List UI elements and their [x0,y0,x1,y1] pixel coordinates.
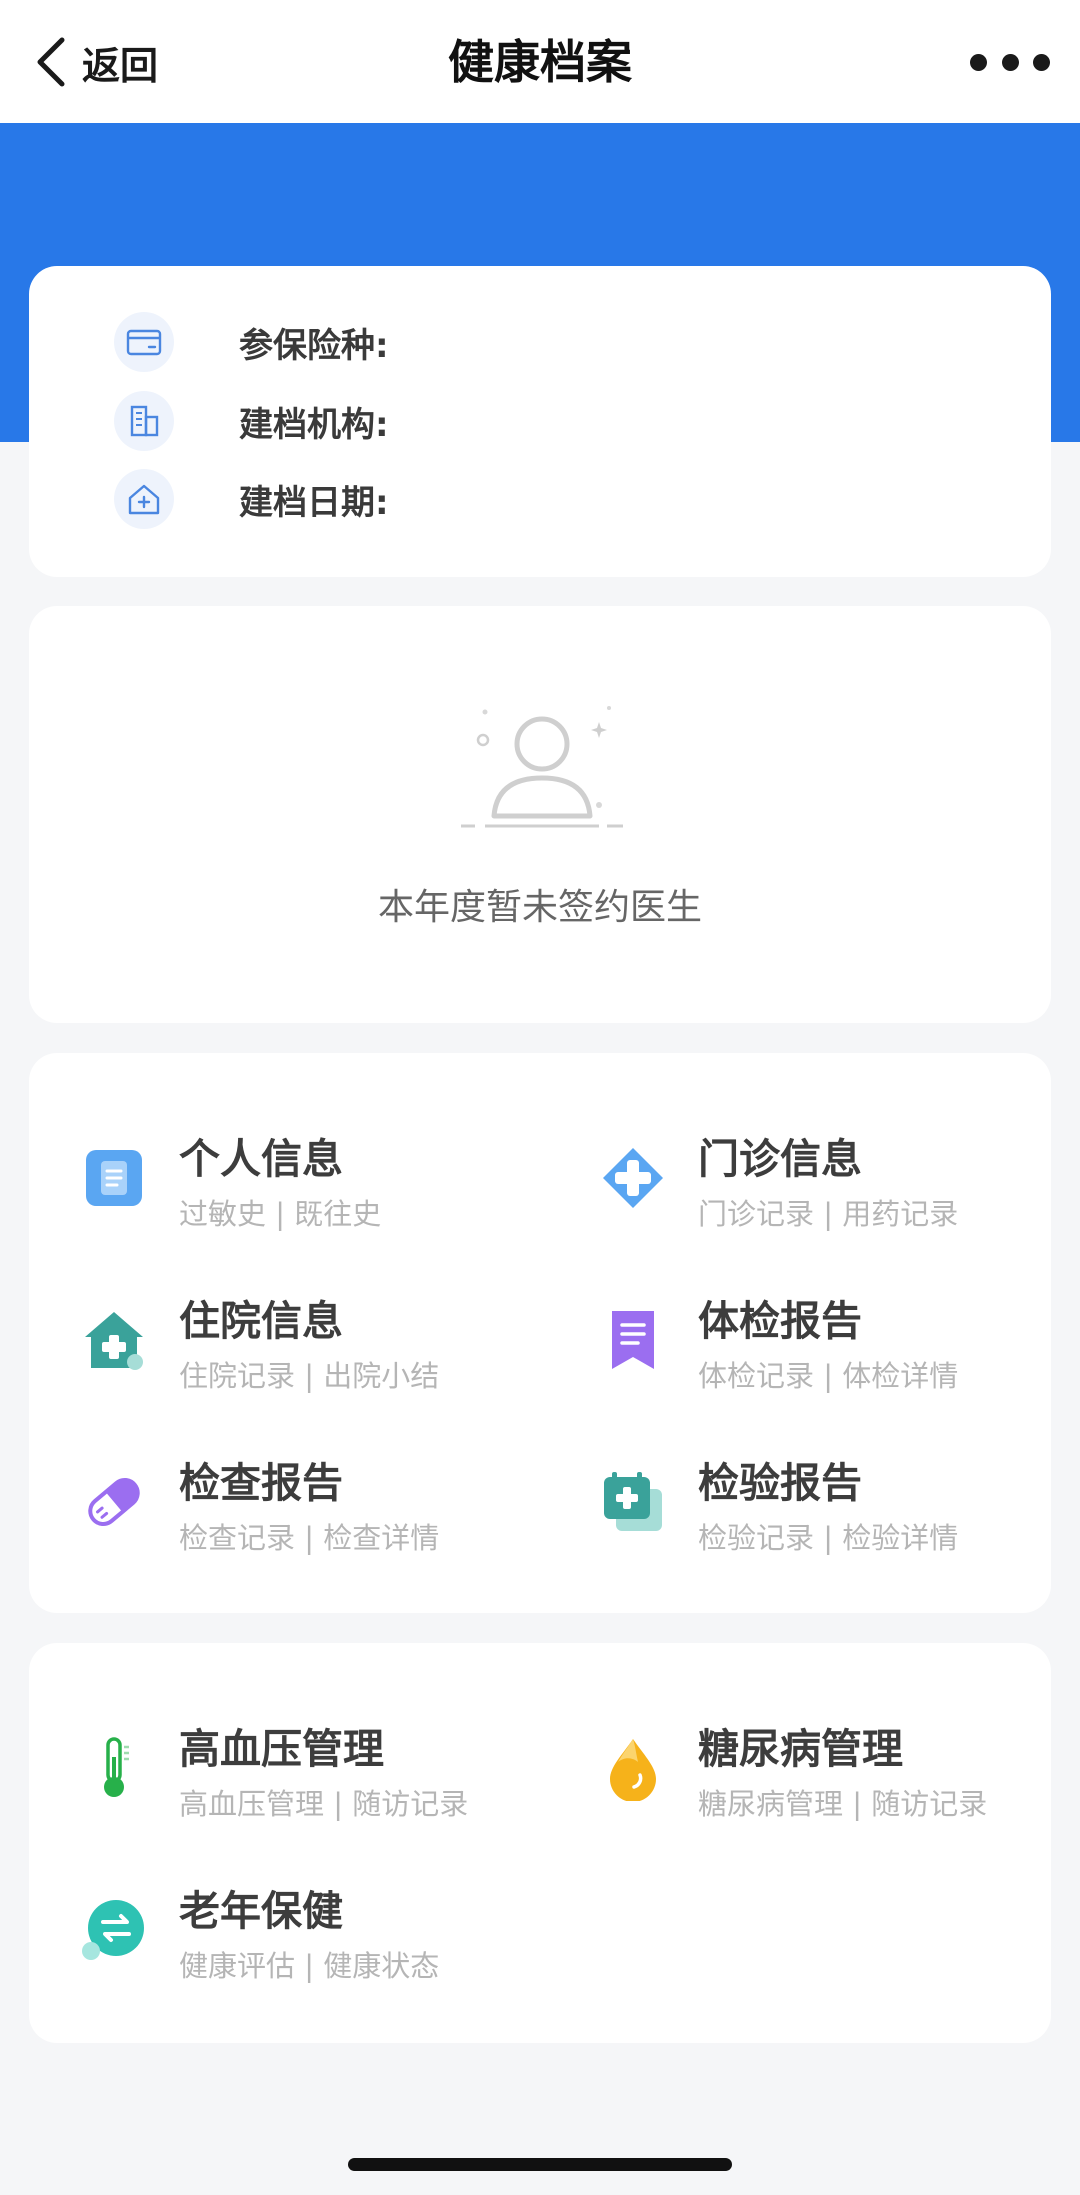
signed-doctor-card: 本年度暂未签约医生 [29,606,1051,1023]
hospital-house-icon [85,1312,143,1370]
entry-subtitle: 过敏史 | 既往史 [179,1197,382,1231]
entry-title: 高血压管理 [179,1725,384,1773]
bookmark-report-icon [612,1311,654,1369]
entry-title: 个人信息 [179,1135,343,1183]
institution-row: 建档机构: [114,391,389,451]
document-icon [86,1150,142,1206]
entry-subtitle: 检验记录 | 检验详情 [698,1521,959,1555]
entry-title: 老年保健 [179,1887,343,1935]
date-row: 建档日期: [114,469,389,529]
entry-title: 住院信息 [179,1297,343,1345]
entry-title: 糖尿病管理 [698,1725,903,1773]
navigation-bar: 返回 健康档案 [0,0,1080,123]
lab-report-entry[interactable]: 检验报告 检验记录 | 检验详情 [548,1441,1008,1571]
more-dot [1001,53,1019,71]
exchange-icon [82,1900,144,1960]
capsule-icon [88,1478,140,1526]
date-label: 建档日期: [239,482,389,523]
entry-subtitle: 糖尿病管理 | 随访记录 [698,1787,988,1821]
more-menu-button[interactable] [970,42,1050,82]
entry-title: 检查报告 [179,1459,343,1507]
empty-person-icon [461,706,623,828]
chronic-management-card: 高血压管理 高血压管理 | 随访记录 糖尿病管理 糖尿病管理 | 随访记录 老年… [29,1643,1051,2043]
no-doctor-text: 本年度暂未签约医生 [377,887,702,928]
back-label: 返回 [82,43,159,88]
outpatient-info-entry[interactable]: 门诊信息 门诊记录 | 用药记录 [548,1117,1008,1247]
institution-label: 建档机构: [239,404,389,445]
insurance-label: 参保险种: [239,325,389,366]
home-plus-icon [114,469,174,529]
entry-title: 门诊信息 [698,1135,862,1183]
personal-info-entry[interactable]: 个人信息 过敏史 | 既往史 [29,1117,489,1247]
drop-icon [610,1739,656,1801]
diabetes-entry[interactable]: 糖尿病管理 糖尿病管理 | 随访记录 [548,1707,1008,1837]
entry-title: 体检报告 [698,1297,862,1345]
examination-report-entry[interactable]: 检查报告 检查记录 | 检查详情 [29,1441,489,1571]
entry-subtitle: 健康评估 | 健康状态 [179,1949,440,1983]
archive-info-card: 参保险种: 建档机构: 建档日期: [29,266,1051,577]
back-button[interactable]: 返回 [34,32,158,92]
health-records-card: 个人信息 过敏史 | 既往史 门诊信息 门诊记录 | 用药记录 住院信息 住院记… [29,1053,1051,1613]
chevron-left-icon [37,37,65,87]
card-icon [114,312,174,372]
insurance-row: 参保险种: [114,312,389,372]
inpatient-info-entry[interactable]: 住院信息 住院记录 | 出院小结 [29,1279,489,1409]
more-dot [970,53,987,71]
entry-subtitle: 检查记录 | 检查详情 [179,1521,440,1555]
calendar-plus-icon [604,1472,662,1531]
medical-cross-icon [603,1148,663,1208]
entry-subtitle: 体检记录 | 体检详情 [698,1359,959,1393]
entry-subtitle: 高血压管理 | 随访记录 [179,1787,469,1821]
entry-title: 检验报告 [698,1459,862,1507]
thermometer-icon [104,1737,129,1797]
elderly-care-entry[interactable]: 老年保健 健康评估 | 健康状态 [29,1869,489,1999]
building-icon [114,391,174,451]
page-title: 健康档案 [448,35,632,89]
entry-subtitle: 住院记录 | 出院小结 [179,1359,440,1393]
entry-subtitle: 门诊记录 | 用药记录 [698,1197,959,1231]
home-indicator[interactable] [348,2158,732,2171]
physical-exam-entry[interactable]: 体检报告 体检记录 | 体检详情 [548,1279,1008,1409]
hypertension-entry[interactable]: 高血压管理 高血压管理 | 随访记录 [29,1707,489,1837]
more-dot [1033,53,1050,71]
